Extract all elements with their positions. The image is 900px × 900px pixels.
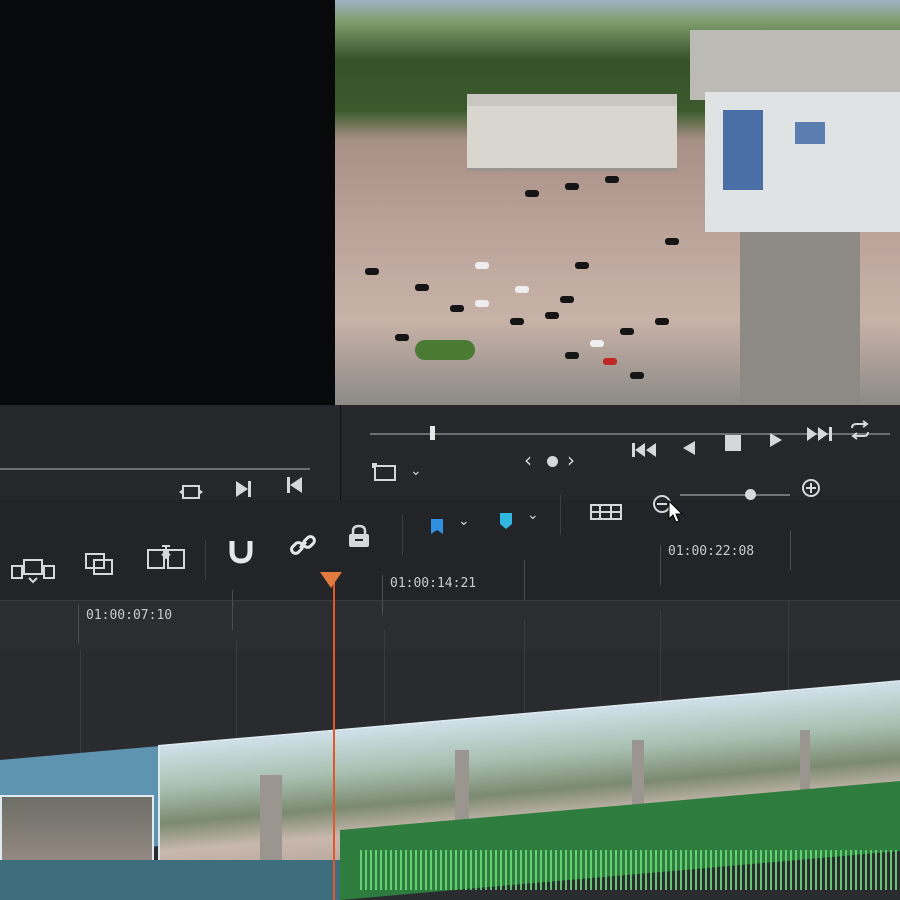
tower-shaft-region [740, 232, 860, 405]
chevron-down-icon[interactable]: ⌄ [527, 508, 539, 522]
zoom-in-icon[interactable] [801, 478, 821, 502]
zoom-slider-track[interactable] [680, 494, 790, 496]
toolbar-divider [560, 495, 561, 535]
ripple-overwrite-icon[interactable] [146, 544, 186, 578]
play-reverse-icon[interactable] [680, 438, 698, 462]
position-lock-icon[interactable] [346, 524, 372, 554]
car [575, 262, 589, 269]
nav-next-icon[interactable]: › [567, 450, 575, 470]
car [415, 284, 429, 291]
playhead-handle[interactable] [320, 572, 342, 588]
jump-end-icon[interactable] [804, 424, 834, 448]
nav-dot-icon[interactable] [547, 456, 558, 467]
car [665, 238, 679, 245]
grass-region [415, 340, 475, 360]
car [620, 328, 634, 335]
car [365, 268, 379, 275]
car [630, 372, 644, 379]
timecode-label: 01:00:22:08 [668, 544, 755, 559]
car [515, 286, 529, 293]
snapping-icon[interactable] [226, 535, 256, 569]
replace-clip-icon[interactable] [84, 552, 116, 582]
car [525, 190, 539, 197]
ruler-tick [232, 590, 233, 630]
chevron-down-icon[interactable]: ⌄ [458, 514, 470, 528]
viewer-mode-button[interactable] [372, 462, 398, 488]
playhead-line[interactable] [333, 575, 335, 900]
car [450, 305, 464, 312]
audio-track-left [0, 860, 340, 900]
timecode-label: 01:00:07:10 [86, 608, 173, 623]
car [475, 262, 489, 269]
car [605, 176, 619, 183]
timecode-label: 01:00:14:21 [390, 576, 477, 591]
car [395, 334, 409, 341]
car [545, 312, 559, 319]
overwrite-clip-icon[interactable] [10, 558, 56, 588]
ruler-tick [660, 545, 661, 585]
ruler-tick [382, 575, 383, 615]
loop-icon[interactable] [848, 420, 872, 444]
program-scrub-handle[interactable] [430, 426, 435, 440]
car [565, 352, 579, 359]
mouse-cursor-icon [668, 499, 684, 528]
car [475, 300, 489, 307]
car [510, 318, 524, 325]
ruler-tick [524, 560, 525, 600]
prev-edit-icon[interactable] [284, 474, 306, 499]
ruler-tick [790, 530, 791, 570]
timeline-view-options-icon[interactable] [590, 503, 622, 525]
toolbar-divider [402, 515, 403, 555]
program-viewer[interactable] [335, 0, 900, 405]
flag-icon[interactable] [430, 518, 444, 540]
tower-tank-region [705, 92, 900, 232]
chevron-down-icon[interactable]: ⌄ [410, 464, 422, 478]
source-scrub-bar[interactable] [0, 468, 310, 470]
marker-icon[interactable] [499, 512, 513, 534]
tower-top-region [690, 30, 900, 100]
toolbar-divider [205, 540, 206, 580]
jump-start-icon[interactable] [630, 440, 660, 464]
zoom-slider-handle[interactable] [745, 489, 756, 500]
ruler-tick [78, 604, 79, 644]
car [590, 340, 604, 347]
source-viewer[interactable] [0, 0, 340, 440]
play-icon[interactable] [767, 430, 785, 454]
car [603, 358, 617, 365]
car [565, 183, 579, 190]
audio-waveform [360, 850, 900, 890]
nav-prev-icon[interactable]: ‹ [524, 450, 532, 470]
car [655, 318, 669, 325]
building-image-region [467, 94, 677, 171]
car [560, 296, 574, 303]
stop-icon[interactable] [724, 433, 742, 457]
linked-selection-icon[interactable] [288, 530, 318, 564]
track-gridline [788, 600, 789, 700]
